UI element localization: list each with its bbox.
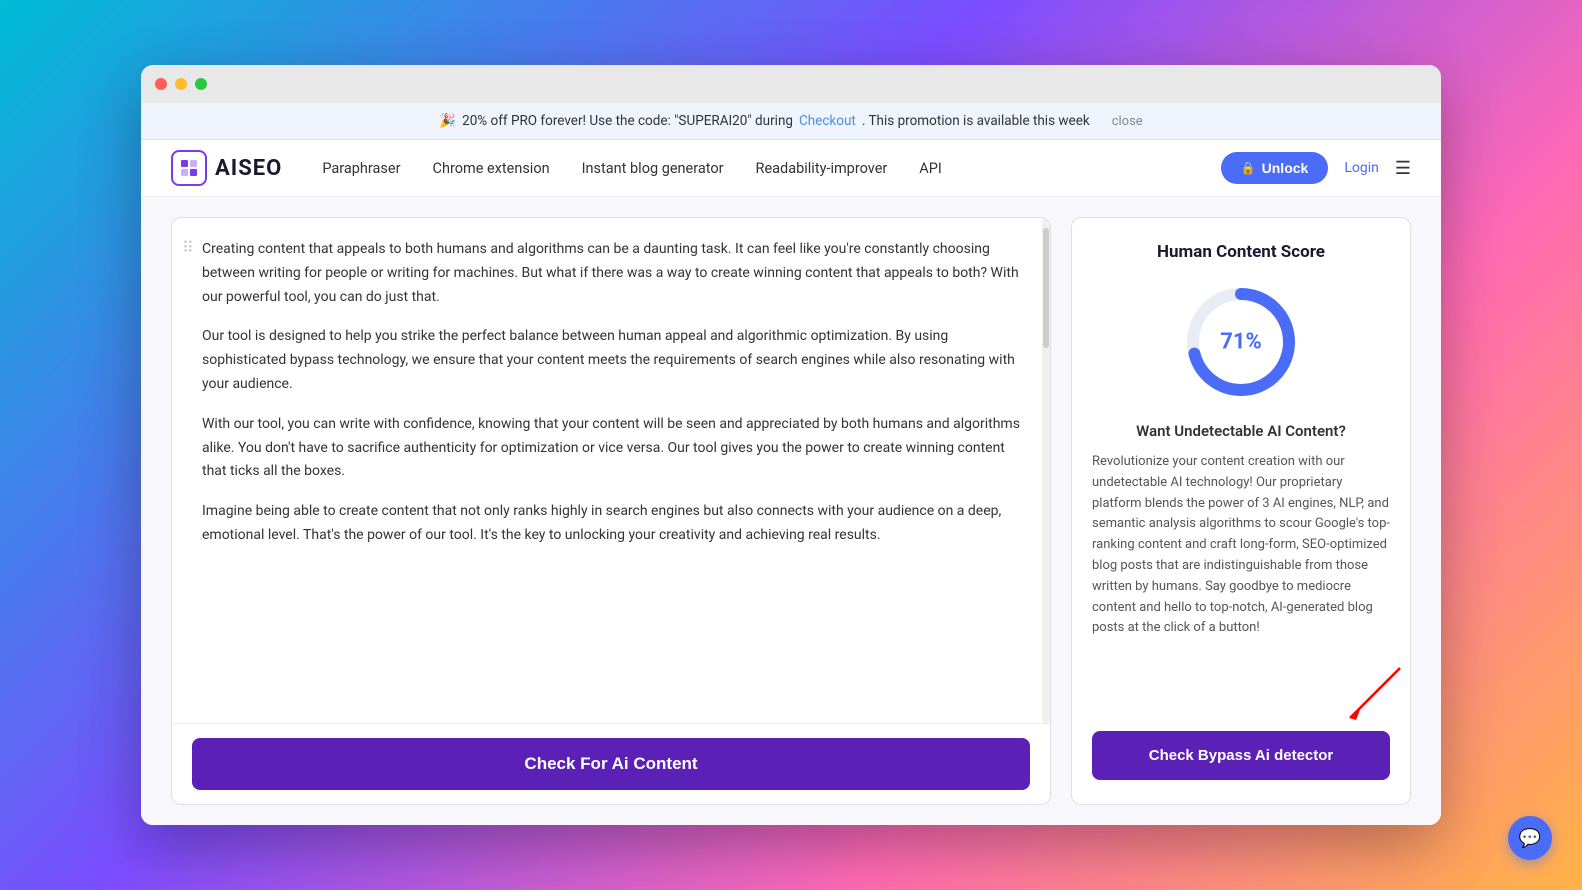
right-panel: Human Content Score 71% Want Undetectabl…	[1071, 217, 1411, 805]
paragraph-2: Our tool is designed to help you strike …	[202, 325, 1022, 396]
human-score-title: Human Content Score	[1157, 242, 1325, 262]
arrow-indicator	[1320, 658, 1410, 728]
text-area-container: ⠿ Creating content that appeals to both …	[172, 218, 1050, 723]
nav-links: Paraphraser Chrome extension Instant blo…	[322, 160, 1220, 177]
nav-chrome-extension[interactable]: Chrome extension	[433, 160, 550, 177]
donut-chart: 71%	[1181, 282, 1301, 402]
chat-bubble-button[interactable]: 💬	[1508, 816, 1552, 860]
nav-instant-blog[interactable]: Instant blog generator	[582, 160, 724, 177]
undetectable-title: Want Undetectable AI Content?	[1136, 422, 1346, 440]
check-bypass-button[interactable]: Check Bypass Ai detector	[1092, 731, 1390, 780]
nav-actions: 🔒 Unlock Login ☰	[1221, 152, 1411, 184]
check-ai-content-button[interactable]: Check For Ai Content	[192, 738, 1030, 790]
paragraph-4: Imagine being able to create content tha…	[202, 500, 1022, 548]
nav-api[interactable]: API	[919, 160, 942, 177]
menu-icon[interactable]: ☰	[1395, 158, 1411, 179]
scrollbar-track[interactable]	[1042, 218, 1050, 723]
left-panel: ⠿ Creating content that appeals to both …	[171, 217, 1051, 805]
bypass-btn-container: Check Bypass Ai detector	[1092, 731, 1390, 780]
navbar: AISEO Paraphraser Chrome extension Insta…	[141, 140, 1441, 197]
promo-text: 20% off PRO forever! Use the code: "SUPE…	[462, 113, 793, 129]
close-button[interactable]	[155, 78, 167, 90]
promo-close-button[interactable]: close	[1112, 114, 1143, 129]
checkout-link[interactable]: Checkout	[799, 113, 856, 129]
nav-paraphraser[interactable]: Paraphraser	[322, 160, 400, 177]
unlock-label: Unlock	[1262, 160, 1309, 176]
paragraph-3: With our tool, you can write with confid…	[202, 413, 1022, 484]
title-bar	[141, 65, 1441, 103]
minimize-button[interactable]	[175, 78, 187, 90]
main-content: ⠿ Creating content that appeals to both …	[141, 197, 1441, 825]
promo-emoji: 🎉	[439, 113, 456, 129]
logo-icon	[171, 150, 207, 186]
paragraph-1: Creating content that appeals to both hu…	[202, 238, 1022, 309]
login-link[interactable]: Login	[1344, 160, 1379, 176]
chat-icon: 💬	[1519, 828, 1541, 849]
lock-icon: 🔒	[1241, 161, 1256, 175]
promo-bar: 🎉 20% off PRO forever! Use the code: "SU…	[141, 103, 1441, 140]
drag-handle-icon: ⠿	[182, 238, 194, 257]
text-content[interactable]: Creating content that appeals to both hu…	[172, 218, 1042, 723]
logo-area: AISEO	[171, 150, 282, 186]
promo-description: Revolutionize your content creation with…	[1092, 452, 1390, 639]
browser-window: 🎉 20% off PRO forever! Use the code: "SU…	[141, 65, 1441, 825]
maximize-button[interactable]	[195, 78, 207, 90]
score-label: 71%	[1220, 330, 1262, 355]
logo-text: AISEO	[215, 156, 282, 181]
unlock-button[interactable]: 🔒 Unlock	[1221, 152, 1329, 184]
browser-content: 🎉 20% off PRO forever! Use the code: "SU…	[141, 103, 1441, 825]
nav-readability[interactable]: Readability-improver	[756, 160, 888, 177]
left-panel-footer: Check For Ai Content	[172, 723, 1050, 804]
scrollbar-thumb[interactable]	[1043, 228, 1049, 348]
promo-text2: . This promotion is available this week	[862, 113, 1090, 129]
